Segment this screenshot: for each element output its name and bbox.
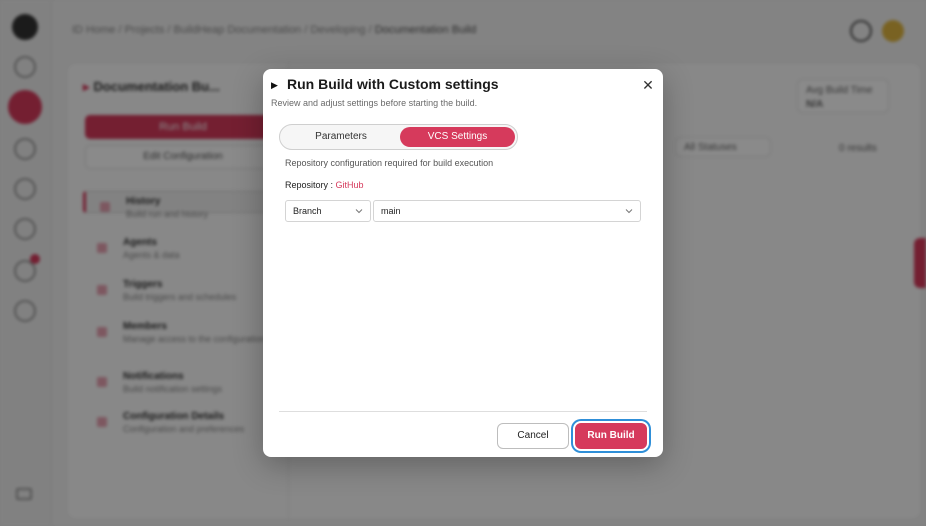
repository-line: Repository : GitHub [285, 180, 364, 190]
chevron-down-icon [355, 209, 363, 214]
chevron-down-icon [625, 209, 633, 214]
footer-divider [279, 411, 647, 412]
close-icon[interactable]: ✕ [640, 77, 656, 93]
tab-vcs-settings[interactable]: VCS Settings [400, 127, 515, 147]
dialog-subtitle: Review and adjust settings before starti… [271, 98, 478, 108]
branch-value: main [381, 206, 401, 216]
vcs-description: Repository configuration required for bu… [285, 158, 494, 168]
settings-tabs: Parameters VCS Settings [279, 124, 518, 150]
dialog-title: Run Build with Custom settings [287, 76, 499, 92]
ref-type-select[interactable]: Branch [285, 200, 371, 222]
repository-label: Repository : [285, 180, 336, 190]
ref-type-value: Branch [293, 206, 322, 216]
run-build-dialog: ▶ Run Build with Custom settings ✕ Revie… [263, 69, 663, 457]
tab-parameters[interactable]: Parameters [283, 127, 399, 147]
cancel-button[interactable]: Cancel [497, 423, 569, 449]
branch-select[interactable]: main [373, 200, 641, 222]
run-build-button[interactable]: Run Build [575, 423, 647, 449]
repository-value: GitHub [335, 180, 364, 190]
play-icon: ▶ [271, 80, 278, 90]
